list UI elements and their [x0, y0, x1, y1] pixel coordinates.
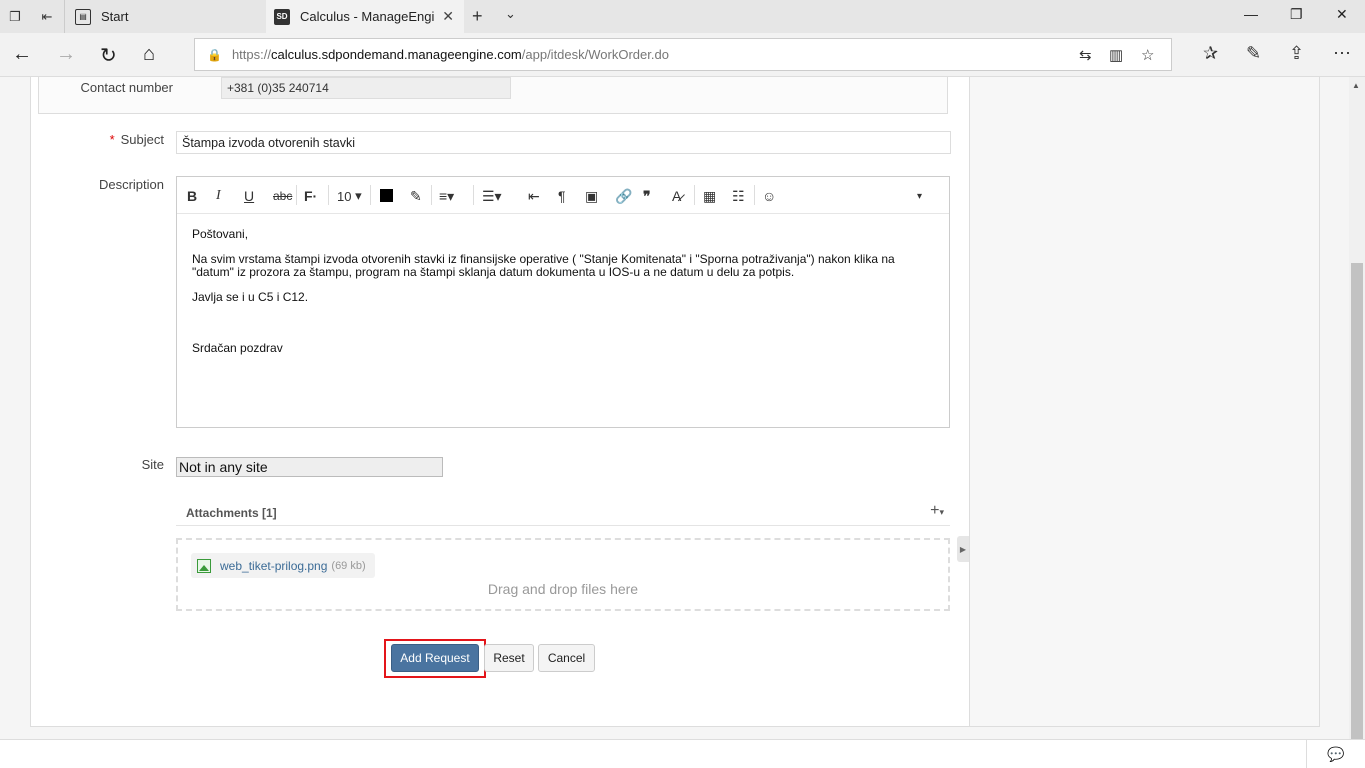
address-bar-row: ← → ↻ ⌂ 🔒 https://calculus.sdpondemand.m… — [0, 33, 1365, 77]
required-mark: * — [109, 132, 115, 147]
clear-format-icon[interactable]: A̷ — [672, 187, 681, 205]
description-label: Description — [98, 177, 164, 192]
scroll-up-icon[interactable]: ▲ — [1352, 81, 1360, 90]
contact-section: Contact number +381 (0)35 240714 — [38, 77, 948, 114]
italic-icon[interactable]: I — [216, 187, 221, 205]
description-editor[interactable]: B I U abc F· 10 ▾ ✎ ≡▾ ☰▾ ⇤ ¶ ▣ 🔗 ❞ A̷ ▦… — [176, 176, 950, 428]
subject-input[interactable]: Štampa izvoda otvorenih stavki — [176, 131, 951, 154]
paragraph-icon[interactable]: ¶ — [558, 187, 566, 205]
tab-manager-icon[interactable]: ❐ — [6, 8, 24, 26]
attachment-chip[interactable]: web_tiket-prilog.png (69 kb) — [191, 553, 375, 578]
more-toolbar-icon[interactable]: ▾ — [917, 187, 922, 205]
font-size-value: 10 — [337, 188, 352, 204]
lock-icon: 🔒 — [207, 47, 222, 62]
cancel-button[interactable]: Cancel — [538, 644, 595, 672]
favorite-star-icon[interactable]: ☆ — [1141, 46, 1154, 64]
strikethrough-icon[interactable]: abc — [273, 187, 292, 205]
tab-start[interactable]: ▤ Start — [64, 0, 266, 33]
reading-view-icon[interactable]: ▥ — [1109, 46, 1123, 64]
align-icon[interactable]: ≡▾ — [439, 187, 454, 205]
tab-calculus[interactable]: SD Calculus - ManageEngi ✕ — [266, 0, 464, 33]
status-bar: 💬 — [0, 739, 1365, 768]
scrollbar-thumb[interactable] — [1351, 263, 1363, 740]
collapse-panel-icon[interactable]: ▶ — [957, 536, 969, 562]
url-field[interactable]: 🔒 https://calculus.sdpondemand.manageeng… — [194, 38, 1172, 71]
attachment-filename[interactable]: web_tiket-prilog.png — [220, 559, 327, 573]
contact-number-label: Contact number — [80, 80, 174, 95]
attachment-dropzone[interactable]: web_tiket-prilog.png (69 kb) Drag and dr… — [176, 538, 950, 611]
sd-favicon: SD — [274, 8, 290, 25]
translate-icon[interactable]: ⇆ — [1079, 46, 1092, 64]
page-icon: ▤ — [75, 8, 91, 25]
share-icon[interactable]: ⇪ — [1289, 43, 1304, 64]
contact-number-field: +381 (0)35 240714 — [221, 77, 511, 99]
list-icon[interactable]: ☰▾ — [482, 187, 502, 205]
paragraph: Srdačan pozdrav — [192, 341, 283, 355]
font-family-icon[interactable]: F· — [304, 187, 317, 205]
minimize-icon[interactable]: — — [1244, 6, 1258, 22]
refresh-icon[interactable]: ↻ — [100, 43, 117, 68]
emoji-icon[interactable]: ☺ — [762, 187, 776, 205]
paragraph: Javlja se i u C5 i C12. — [192, 290, 309, 304]
attachment-size: (69 kb) — [331, 559, 366, 572]
table-icon[interactable]: ▦ — [703, 187, 716, 205]
close-tab-icon[interactable]: ✕ — [442, 8, 454, 25]
paragraph: Na svim vrstama štampi izvoda otvorenih … — [192, 252, 895, 279]
url-path: /app/itdesk/WorkOrder.do — [521, 47, 669, 62]
chevron-down-icon[interactable]: ⌄ — [505, 6, 516, 22]
quote-icon[interactable]: ❞ — [643, 187, 651, 205]
vertical-scrollbar[interactable]: ▲ — [1349, 77, 1365, 740]
subject-label: * Subject — [40, 132, 164, 147]
site-select[interactable]: Not in any site — [176, 457, 443, 477]
image-icon[interactable]: ▣ — [585, 187, 598, 205]
tab-start-label: Start — [101, 9, 129, 24]
tab-bar: ❐ ⇤ ▤ Start SD Calculus - ManageEngi ✕ +… — [0, 0, 1365, 33]
font-size-select[interactable]: 10 ▾ — [337, 187, 362, 205]
home-icon[interactable]: ⌂ — [143, 43, 155, 66]
url-scheme: https:// — [231, 47, 271, 62]
forward-icon[interactable]: → — [56, 43, 76, 66]
editor-content[interactable]: Poštovani, Na svim vrstama štampi izvoda… — [177, 214, 949, 381]
attachments-header: Attachments [1] +▾ — [176, 500, 950, 526]
page-content: ▲ Contact number +381 (0)35 240714 * Subj… — [0, 77, 1365, 767]
image-file-icon — [197, 558, 211, 573]
paragraph — [192, 316, 934, 330]
right-panel — [970, 77, 1320, 727]
underline-icon[interactable]: U — [244, 187, 254, 205]
bold-icon[interactable]: B — [187, 187, 197, 205]
site-label: Site — [141, 457, 164, 472]
drop-text: Drag and drop files here — [487, 581, 639, 597]
subject-label-text: Subject — [120, 132, 164, 147]
window-close-icon[interactable]: ✕ — [1336, 6, 1348, 23]
url-host: calculus.sdpondemand.manageengine.com — [270, 47, 522, 62]
link-icon[interactable]: 🔗 — [615, 187, 632, 205]
restore-icon[interactable]: ❐ — [1290, 6, 1303, 23]
pen-icon[interactable]: ✎ — [1246, 43, 1261, 64]
attachments-title: Attachments [1] — [186, 506, 277, 520]
more-icon[interactable]: ⋯ — [1333, 43, 1351, 64]
editor-toolbar: B I U abc F· 10 ▾ ✎ ≡▾ ☰▾ ⇤ ¶ ▣ 🔗 ❞ A̷ ▦… — [177, 177, 949, 214]
outdent-icon[interactable]: ⇤ — [528, 187, 540, 205]
add-request-button[interactable]: Add Request — [391, 644, 479, 672]
line-height-icon[interactable]: ☷ — [732, 187, 745, 205]
new-tab-icon[interactable]: + — [472, 6, 483, 27]
add-attachment-icon[interactable]: +▾ — [930, 502, 944, 520]
text-color-icon[interactable] — [380, 189, 393, 202]
favorites-icon[interactable]: ✰ — [1203, 43, 1218, 64]
back-icon[interactable]: ← — [12, 43, 32, 66]
set-aside-tabs-icon[interactable]: ⇤ — [38, 8, 56, 26]
reset-button[interactable]: Reset — [484, 644, 534, 672]
paragraph: Poštovani, — [192, 227, 249, 241]
highlight-icon[interactable]: ✎ — [410, 187, 422, 205]
feedback-icon[interactable]: 💬 — [1306, 740, 1365, 768]
tab-calculus-label: Calculus - ManageEngi — [300, 9, 435, 24]
